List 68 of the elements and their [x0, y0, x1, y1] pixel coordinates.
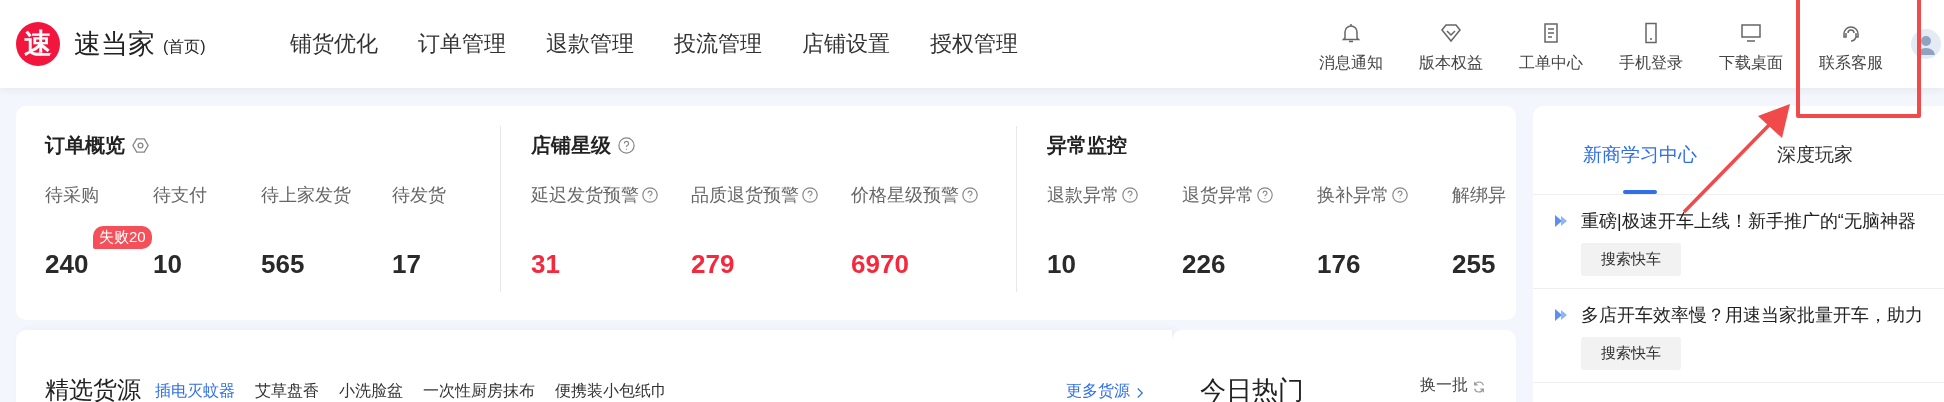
- more-link[interactable]: 更多货源: [1066, 381, 1130, 402]
- stat-label: 待上家发货: [261, 184, 351, 207]
- toolbar-link[interactable]: 下载桌面: [1719, 52, 1783, 74]
- toolbar-link[interactable]: 消息通知: [1319, 52, 1383, 74]
- brand-subtitle: (首页): [163, 36, 206, 57]
- stat-label: 品质退货预警: [691, 184, 799, 207]
- category-link[interactable]: 插电灭蚊器: [155, 381, 235, 402]
- nav-link[interactable]: 铺货优化: [290, 29, 378, 59]
- article-tag[interactable]: 搜索快车: [1581, 337, 1681, 370]
- stat-value[interactable]: 17: [392, 248, 421, 280]
- stat-value[interactable]: 176: [1317, 248, 1361, 280]
- chevron-right-icon[interactable]: [1136, 387, 1144, 399]
- stat-label: 退款异常: [1047, 184, 1119, 207]
- stat-value[interactable]: 31: [531, 248, 560, 280]
- stat-label: 换补异常: [1317, 184, 1389, 207]
- section-title: 订单概览: [45, 132, 125, 158]
- article-link[interactable]: 多店开车效率慢？用速当家批量开车，助力: [1581, 303, 1923, 327]
- stat-value[interactable]: 10: [153, 248, 182, 280]
- stat-value[interactable]: 565: [261, 248, 305, 280]
- help-icon[interactable]: [617, 135, 636, 155]
- stat-value[interactable]: 10: [1047, 248, 1076, 280]
- refresh-icon[interactable]: [1472, 380, 1486, 394]
- help-icon[interactable]: [641, 186, 659, 204]
- section-title: 异常监控: [1047, 132, 1127, 158]
- category-link[interactable]: 艾草盘香: [255, 381, 319, 402]
- brand-name[interactable]: 速当家: [74, 26, 155, 62]
- tab[interactable]: 新商学习中心: [1583, 106, 1697, 194]
- help-icon[interactable]: [1391, 186, 1409, 204]
- stat-value[interactable]: 226: [1182, 248, 1226, 280]
- stat-label: 待发货: [392, 184, 446, 207]
- refresh-link[interactable]: 换一批: [1420, 375, 1468, 396]
- category-link[interactable]: 一次性厨房抹布: [423, 381, 535, 402]
- play-icon: [1553, 213, 1569, 229]
- nav-link[interactable]: 店铺设置: [802, 29, 890, 59]
- toolbar-link[interactable]: 版本权益: [1419, 52, 1483, 74]
- help-icon[interactable]: [1121, 186, 1139, 204]
- article-link[interactable]: 重磅|极速开车上线！新手推广的“无脑神器: [1581, 209, 1916, 233]
- tab[interactable]: 深度玩家: [1777, 106, 1853, 194]
- toolbar-link[interactable]: 手机登录: [1619, 52, 1683, 74]
- stat-value[interactable]: 255: [1452, 248, 1496, 280]
- failure-badge: 失败20: [93, 226, 152, 249]
- stat-label: 解绑异: [1452, 184, 1506, 207]
- nav-link[interactable]: 订单管理: [418, 29, 506, 59]
- stat-label: 延迟发货预警: [531, 184, 639, 207]
- category-link[interactable]: 便携装小包纸巾: [555, 381, 667, 402]
- nav-link[interactable]: 退款管理: [546, 29, 634, 59]
- help-icon[interactable]: [1256, 186, 1274, 204]
- stat-value[interactable]: 6970: [851, 248, 909, 280]
- stat-label: 待支付: [153, 184, 207, 207]
- avatar-icon[interactable]: [1911, 29, 1941, 59]
- category-link[interactable]: 小洗脸盆: [339, 381, 403, 402]
- stat-label: 价格星级预警: [851, 184, 959, 207]
- stat-label: 待采购: [45, 184, 99, 207]
- logo-icon[interactable]: 速: [16, 22, 60, 66]
- help-icon[interactable]: [801, 186, 819, 204]
- section-title: 店铺星级: [531, 132, 611, 158]
- help-icon[interactable]: [961, 186, 979, 204]
- nav-link[interactable]: 授权管理: [930, 29, 1018, 59]
- stat-value[interactable]: 240: [45, 248, 89, 280]
- toolbar-link[interactable]: 联系客服: [1819, 52, 1883, 74]
- nav-link[interactable]: 投流管理: [674, 29, 762, 59]
- toolbar-link[interactable]: 工单中心: [1519, 52, 1583, 74]
- article-tag[interactable]: 搜索快车: [1581, 243, 1681, 276]
- play-icon: [1553, 307, 1569, 323]
- stat-label: 退货异常: [1182, 184, 1254, 207]
- settings-icon[interactable]: [131, 135, 150, 155]
- section-title: 精选货源: [45, 375, 141, 402]
- stat-value[interactable]: 279: [691, 248, 735, 280]
